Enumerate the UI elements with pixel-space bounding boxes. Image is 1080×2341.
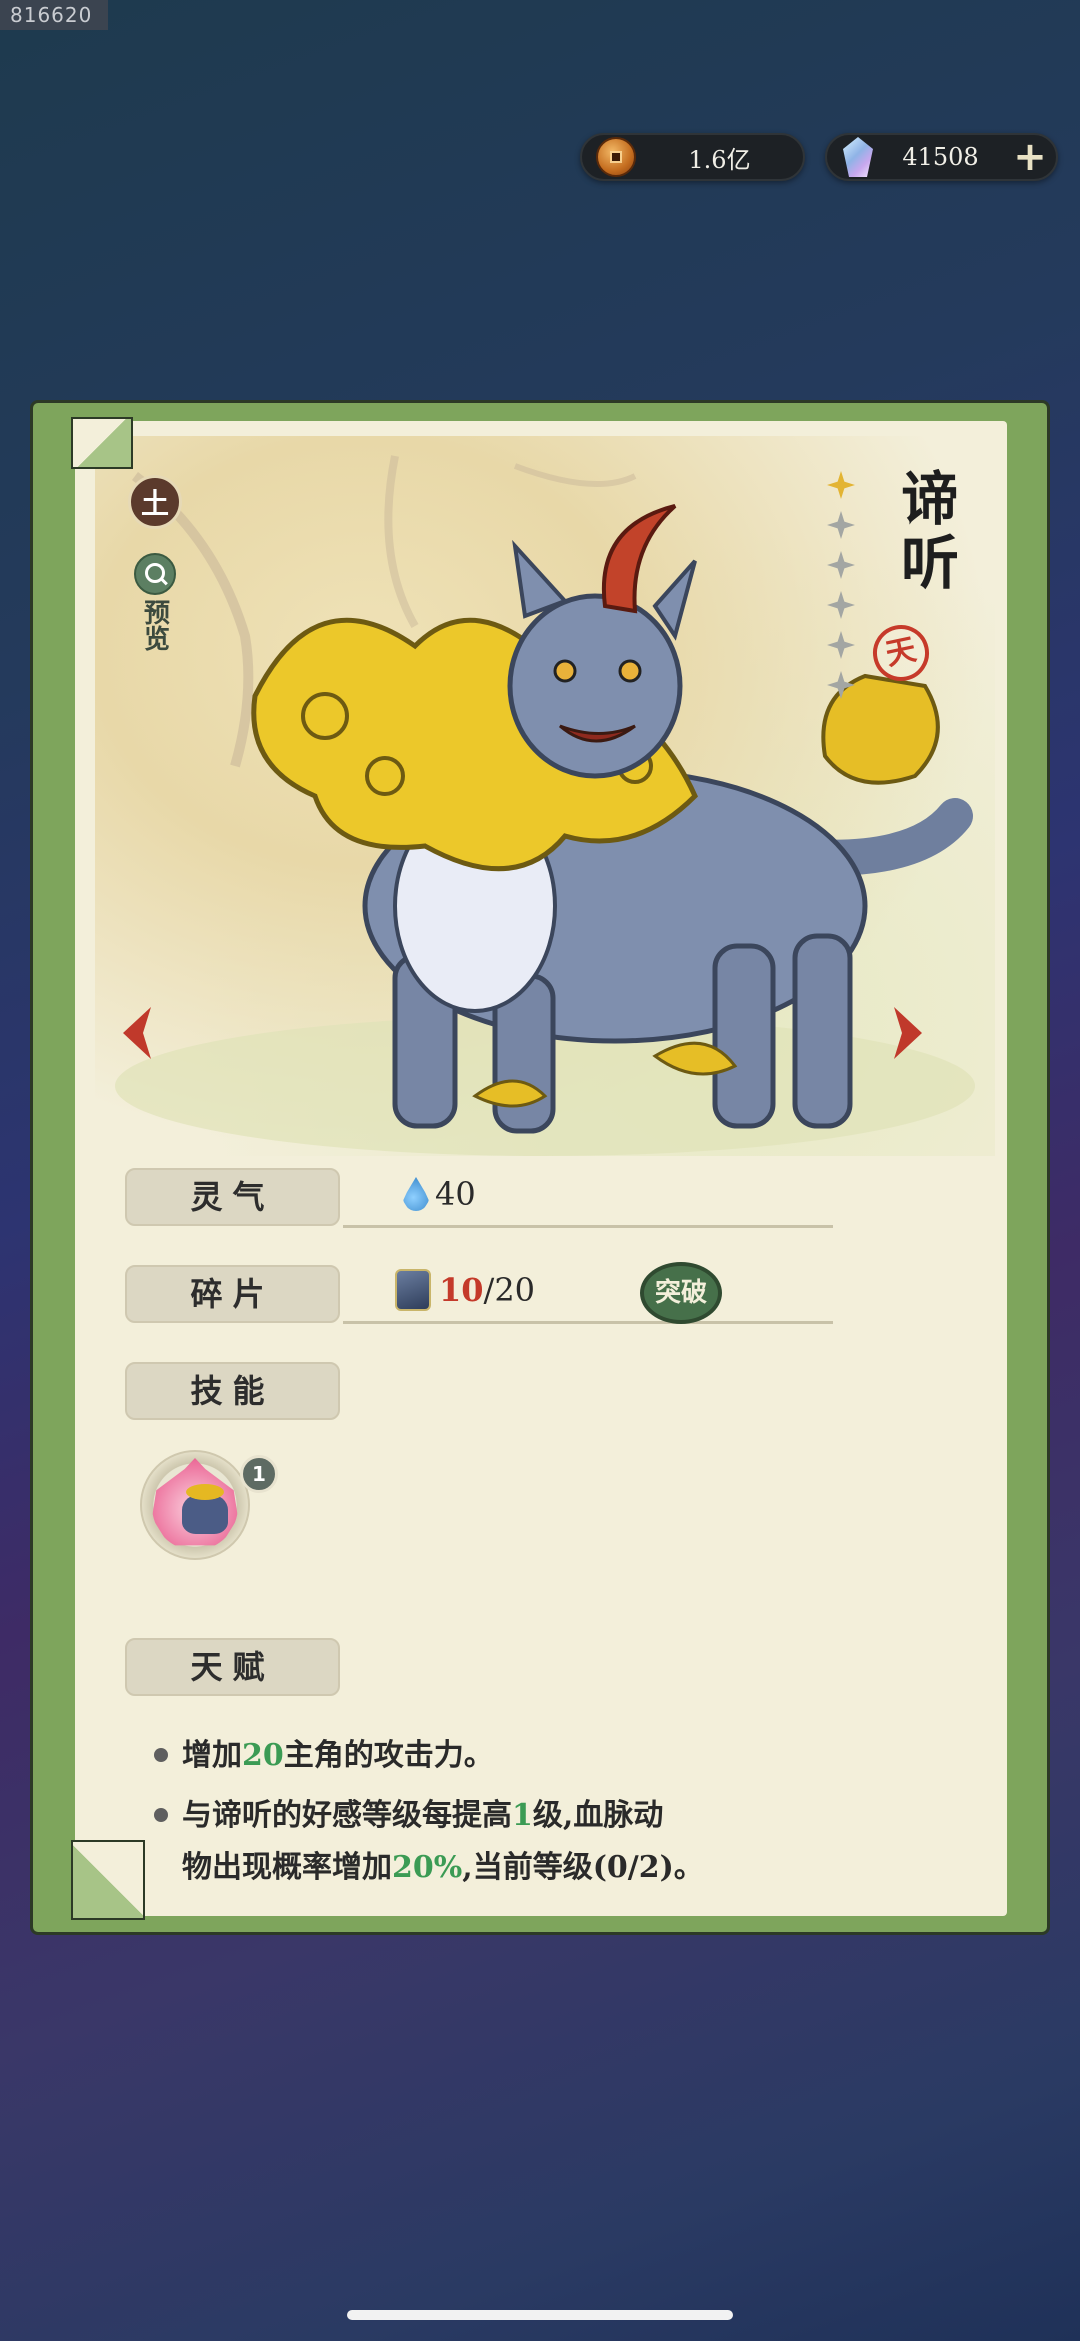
skill-level-badge: 1 (240, 1455, 278, 1493)
skill-flame-icon (152, 1458, 238, 1546)
talent-highlight: 20 (242, 1738, 284, 1773)
talent-text: 物出现概率增加 (182, 1850, 392, 1885)
shard-progress: 10 /20 (395, 1269, 535, 1311)
gem-balance: 41508 + (825, 133, 1058, 181)
talent-text: ,当前等级(0/2)。 (462, 1850, 704, 1885)
shard-total: /20 (483, 1271, 536, 1309)
bullet-icon (154, 1748, 168, 1762)
star-rating (823, 471, 859, 711)
gem-value: 41508 (902, 143, 979, 171)
gem-icon (843, 137, 873, 177)
skill-button[interactable] (140, 1450, 250, 1560)
skill-label: 技能 (125, 1362, 340, 1420)
coin-value: 1.6亿 (688, 145, 751, 174)
build-id-label: 816620 (0, 0, 108, 30)
character-card: 土 预览 谛听 天 灵气 40 碎片 10 /20 技能 天赋 (30, 400, 1050, 1935)
character-art (95, 436, 995, 1156)
coin-balance[interactable]: 1.6亿 (580, 133, 805, 181)
talent-highlight: 20% (392, 1850, 463, 1885)
divider (343, 1225, 833, 1228)
preview-label: 预览 (139, 599, 170, 651)
beast-icon (182, 1484, 228, 1534)
prev-character-button[interactable] (117, 1003, 157, 1063)
spirit-amount: 40 (435, 1175, 476, 1213)
bullet-icon (154, 1808, 168, 1822)
talent-text: 增加 (182, 1738, 242, 1773)
talent-highlight: 1 (512, 1798, 533, 1833)
star-icon (827, 551, 855, 579)
chevron-left-icon (123, 1007, 151, 1059)
talent-text: 与谛听的好感等级每提高 (182, 1798, 512, 1833)
chevron-right-icon (894, 1007, 922, 1059)
water-drop-icon (403, 1177, 429, 1211)
spirit-label: 灵气 (125, 1168, 340, 1226)
talent-item: 增加20主角的攻击力。 (182, 1730, 882, 1782)
shard-icon (395, 1269, 431, 1311)
talent-text: 主角的攻击力。 (283, 1738, 494, 1773)
spirit-value: 40 (403, 1175, 476, 1213)
beast-illustration (115, 455, 975, 1156)
shard-current: 10 (439, 1271, 484, 1309)
character-name: 谛听 (891, 468, 959, 596)
home-indicator[interactable] (347, 2310, 733, 2320)
add-gems-button[interactable]: + (1008, 134, 1052, 180)
star-icon (827, 631, 855, 659)
preview-button[interactable]: 预览 (129, 553, 181, 651)
talent-label: 天赋 (125, 1638, 340, 1696)
next-character-button[interactable] (888, 1003, 928, 1063)
star-icon (827, 591, 855, 619)
star-icon (827, 671, 855, 699)
search-icon (134, 553, 176, 595)
page-fold-bottom-left (71, 1840, 145, 1920)
page-fold-top-left (71, 417, 133, 469)
star-icon (827, 471, 855, 499)
coin-icon (596, 137, 636, 177)
talent-text: 级,血脉动 (532, 1798, 664, 1833)
divider (343, 1321, 833, 1324)
breakthrough-button[interactable]: 突破 (640, 1262, 722, 1324)
shard-label: 碎片 (125, 1265, 340, 1323)
star-icon (827, 511, 855, 539)
talent-item: 与谛听的好感等级每提高1级,血脉动 物出现概率增加20%,当前等级(0/2)。 (182, 1790, 882, 1894)
element-badge: 土 (128, 475, 182, 529)
